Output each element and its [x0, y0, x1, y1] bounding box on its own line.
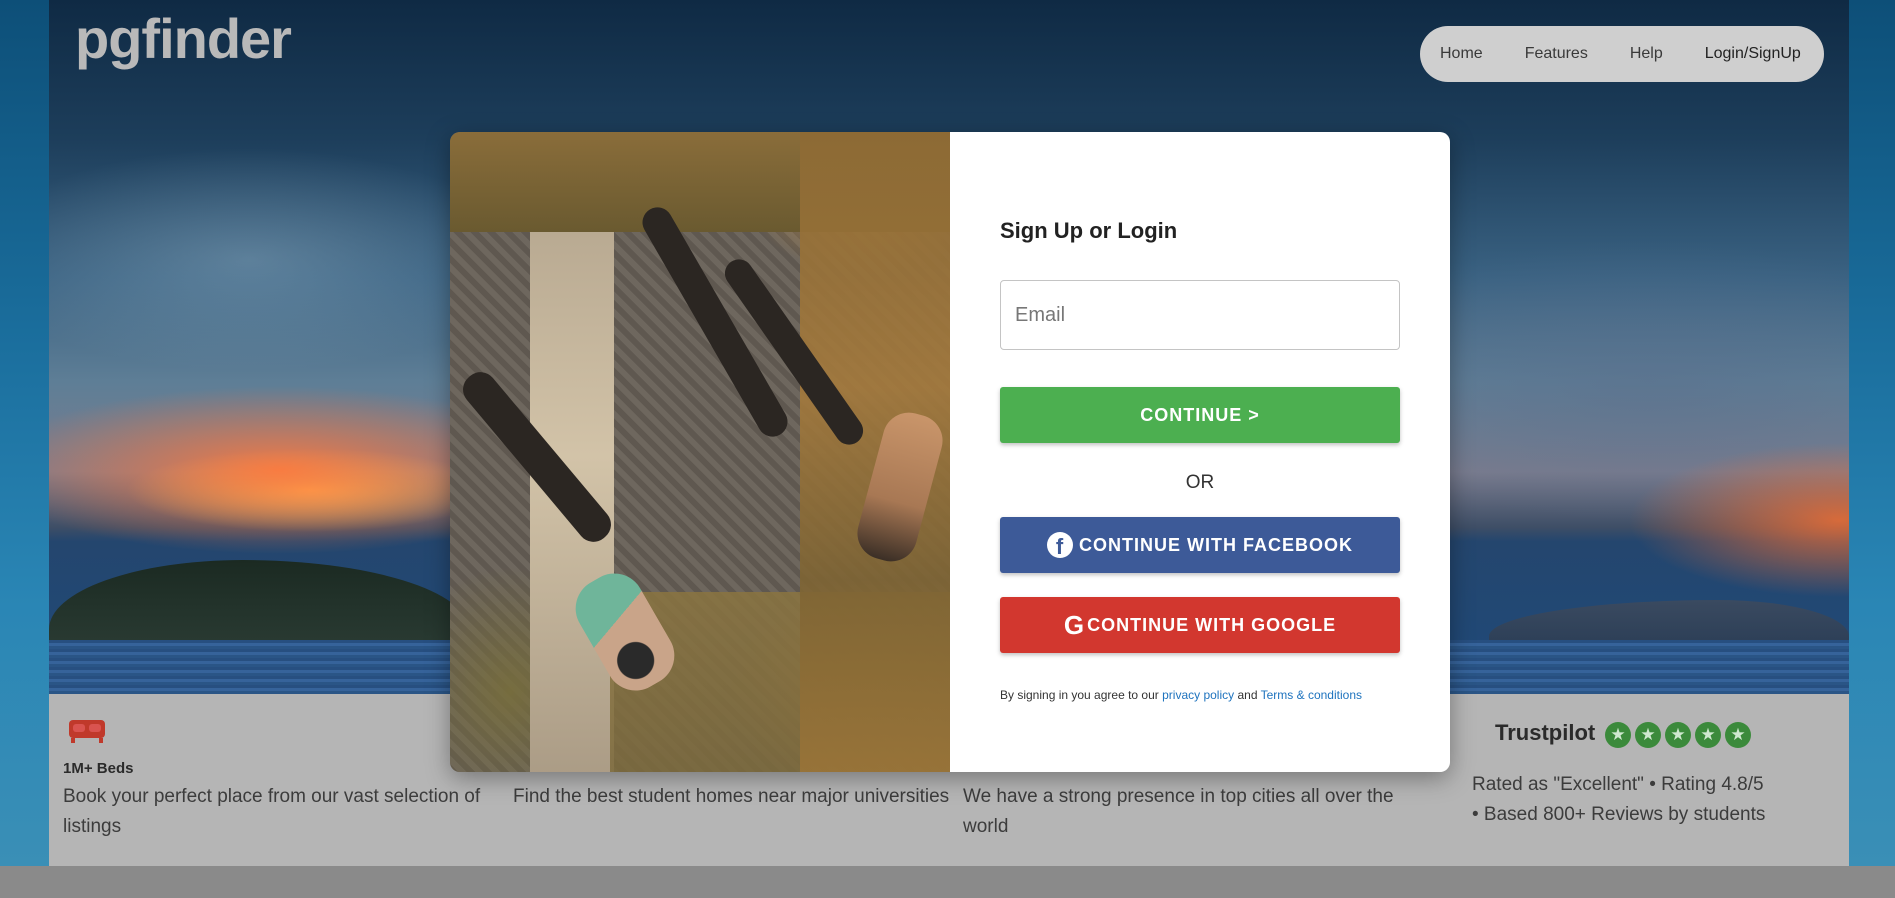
- continue-button[interactable]: CONTINUE >: [1000, 387, 1400, 443]
- login-modal: Sign Up or Login CONTINUE > OR f CONTINU…: [450, 132, 1450, 772]
- terms-prefix: By signing in you agree to our: [1000, 688, 1163, 702]
- email-input[interactable]: [1000, 280, 1400, 350]
- facebook-icon: f: [1047, 532, 1073, 559]
- form-title: Sign Up or Login: [1000, 218, 1178, 243]
- privacy-policy-link[interactable]: privacy policy: [1162, 688, 1234, 702]
- facebook-button-label: CONTINUE WITH FACEBOOK: [1079, 534, 1353, 555]
- terms-and: and: [1234, 688, 1261, 702]
- or-divider: OR: [1185, 472, 1215, 493]
- terms-notice: By signing in you agree to our privacy p…: [1000, 688, 1362, 702]
- terms-conditions-link[interactable]: Terms & conditions: [1261, 688, 1362, 702]
- google-login-button[interactable]: G CONTINUE WITH GOOGLE: [1000, 597, 1400, 653]
- google-icon: G: [1063, 610, 1086, 640]
- facebook-login-button[interactable]: f CONTINUE WITH FACEBOOK: [1000, 517, 1400, 573]
- modal-photo: [450, 132, 950, 772]
- google-button-label: CONTINUE WITH GOOGLE: [1087, 614, 1337, 635]
- login-form: Sign Up or Login CONTINUE > OR f CONTINU…: [950, 132, 1450, 772]
